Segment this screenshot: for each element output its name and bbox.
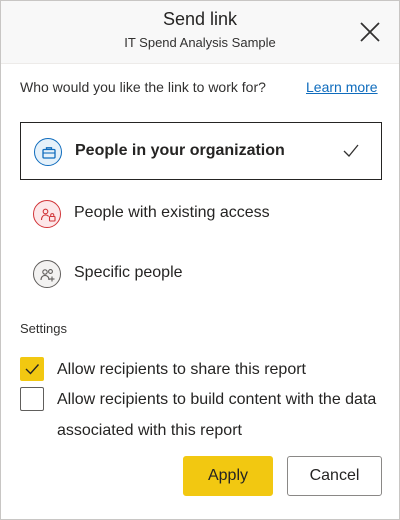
briefcase-icon xyxy=(34,138,62,166)
cancel-button[interactable]: Cancel xyxy=(287,456,382,496)
allow-share-label: Allow recipients to share this report xyxy=(57,361,306,378)
option-label: Specific people xyxy=(74,264,183,281)
option-people-with-existing-access[interactable]: People with existing access xyxy=(20,185,382,243)
people-lock-icon xyxy=(33,200,61,228)
checkmark-icon xyxy=(25,364,40,375)
send-link-dialog: Send link IT Spend Analysis Sample Who w… xyxy=(0,0,400,520)
people-add-icon xyxy=(33,260,61,288)
dialog-header: Send link IT Spend Analysis Sample xyxy=(1,1,399,64)
checkmark-icon xyxy=(343,144,359,157)
allow-share-checkbox[interactable] xyxy=(20,357,44,381)
dialog-subtitle: IT Spend Analysis Sample xyxy=(124,35,276,50)
option-label: People in your organization xyxy=(75,142,285,159)
allow-build-content-label: Allow recipients to build content with t… xyxy=(57,391,377,439)
dialog-title: Send link xyxy=(162,9,238,29)
option-people-in-organization[interactable]: People in your organization xyxy=(20,122,382,180)
settings-heading: Settings xyxy=(20,321,67,336)
link-scope-question: Who would you like the link to work for? xyxy=(20,79,266,95)
close-button[interactable] xyxy=(357,19,383,45)
learn-more-link[interactable]: Learn more xyxy=(306,79,378,95)
option-label: People with existing access xyxy=(74,204,270,221)
option-specific-people[interactable]: Specific people xyxy=(20,245,382,303)
allow-build-content-checkbox[interactable] xyxy=(20,387,44,411)
apply-button[interactable]: Apply xyxy=(183,456,273,496)
close-icon xyxy=(360,22,380,42)
